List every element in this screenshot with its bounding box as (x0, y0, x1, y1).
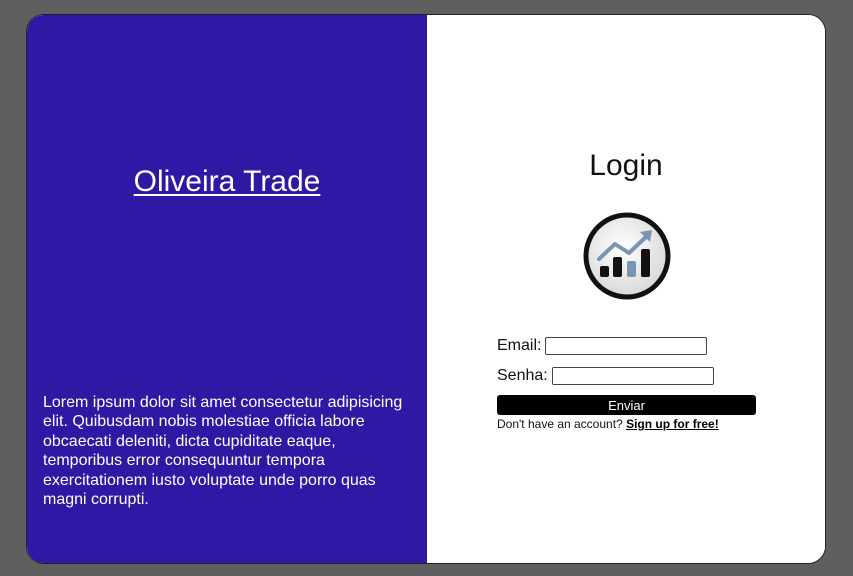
login-panel: Login Email: Senha: Enviar Don't have an… (427, 15, 825, 563)
brand-description: Lorem ipsum dolor sit amet consectetur a… (43, 394, 403, 509)
brand-panel: Oliveira Trade Lorem ipsum dolor sit ame… (27, 15, 427, 563)
trading-chart-icon (583, 212, 671, 300)
brand-link[interactable]: Oliveira Trade (27, 165, 427, 199)
senha-row: Senha: (497, 365, 757, 387)
password-field[interactable] (551, 367, 714, 385)
email-label: Email: (497, 337, 542, 354)
login-title: Login (589, 149, 663, 182)
senha-label: Senha: (497, 367, 548, 384)
submit-button[interactable]: Enviar (497, 395, 756, 415)
signup-link[interactable]: Sign up for free! (626, 417, 719, 431)
email-row: Email: (497, 335, 757, 357)
login-form: Email: Senha: Enviar Don't have an accou… (497, 335, 757, 431)
signup-line: Don't have an account? Sign up for free! (497, 417, 757, 431)
signup-prompt: Don't have an account? (497, 417, 623, 431)
email-field[interactable] (545, 337, 708, 355)
login-card: Oliveira Trade Lorem ipsum dolor sit ame… (26, 14, 826, 564)
